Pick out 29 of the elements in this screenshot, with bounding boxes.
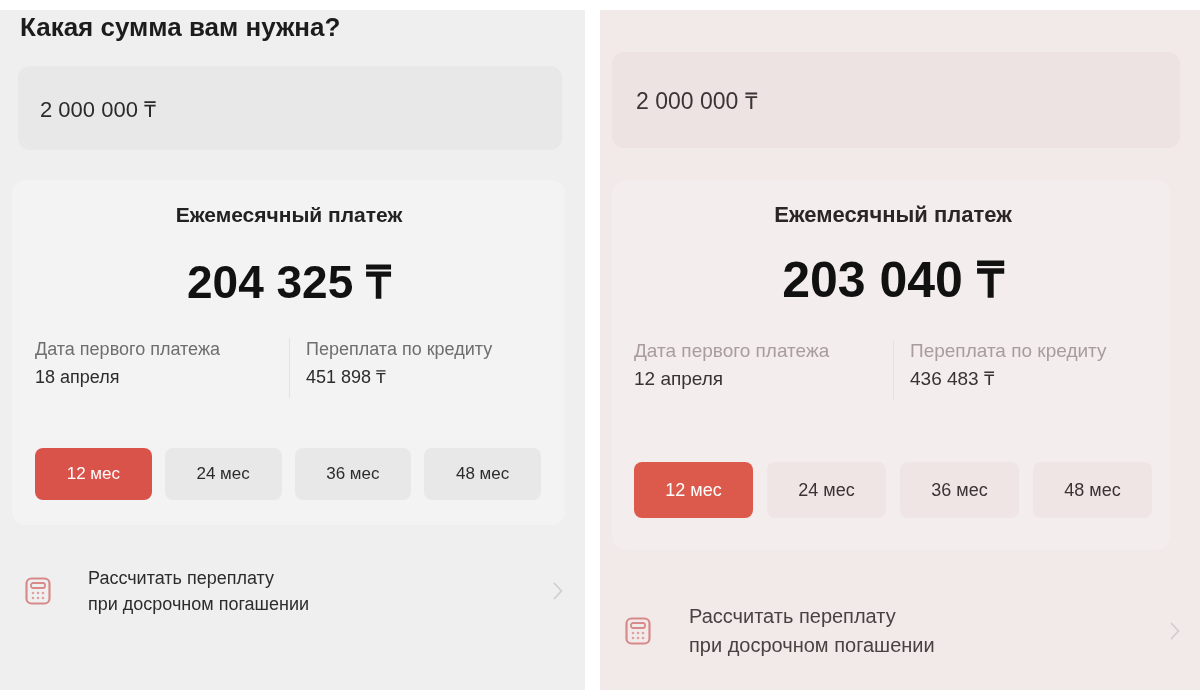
term-chip[interactable]: 12 мес: [634, 462, 753, 518]
term-chip[interactable]: 36 мес: [900, 462, 1019, 518]
detail-label: Дата первого платежа: [35, 338, 221, 360]
detail-value: 18 апреля: [35, 366, 121, 388]
detail-label: Переплата по кредиту: [910, 340, 1108, 362]
question-title: Какая сумма вам нужна?: [20, 12, 342, 42]
amount-field[interactable]: 2 000 000 ₸: [18, 66, 562, 150]
term-chip[interactable]: 12 мес: [35, 448, 152, 500]
term-chip[interactable]: 36 мес: [294, 448, 412, 500]
early-repayment-link[interactable]: Рассчитать переплату при досрочном погашении: [88, 565, 553, 617]
chevron-right-icon[interactable]: [1170, 622, 1180, 640]
detail-label: Переплата по кредиту: [306, 338, 494, 360]
detail-value: 436 483 ₸: [910, 368, 995, 390]
term-chip[interactable]: 48 мес: [1033, 462, 1152, 518]
detail-value: 12 апреля: [634, 368, 725, 390]
card-heading: Ежемесячный платеж: [174, 202, 404, 228]
monthly-payment-amount: 204 325 ₸: [185, 255, 393, 310]
monthly-payment-amount: 203 040 ₸: [781, 252, 1006, 308]
early-repayment-link[interactable]: Рассчитать переплату при досрочном погашении: [689, 602, 1170, 660]
card-heading: Ежемесячный платеж: [773, 202, 1013, 228]
amount-field[interactable]: 2 000 000 ₸: [612, 52, 1180, 148]
detail-label: Дата первого платежа: [634, 340, 831, 362]
term-chip[interactable]: 48 мес: [424, 448, 541, 500]
chevron-right-icon[interactable]: [553, 582, 563, 600]
calculator-icon: [25, 577, 51, 605]
detail-value: 451 898 ₸: [306, 366, 388, 388]
term-chip[interactable]: 24 мес: [767, 462, 886, 518]
term-chip[interactable]: 24 мес: [164, 448, 282, 500]
calculator-icon: [625, 617, 651, 645]
